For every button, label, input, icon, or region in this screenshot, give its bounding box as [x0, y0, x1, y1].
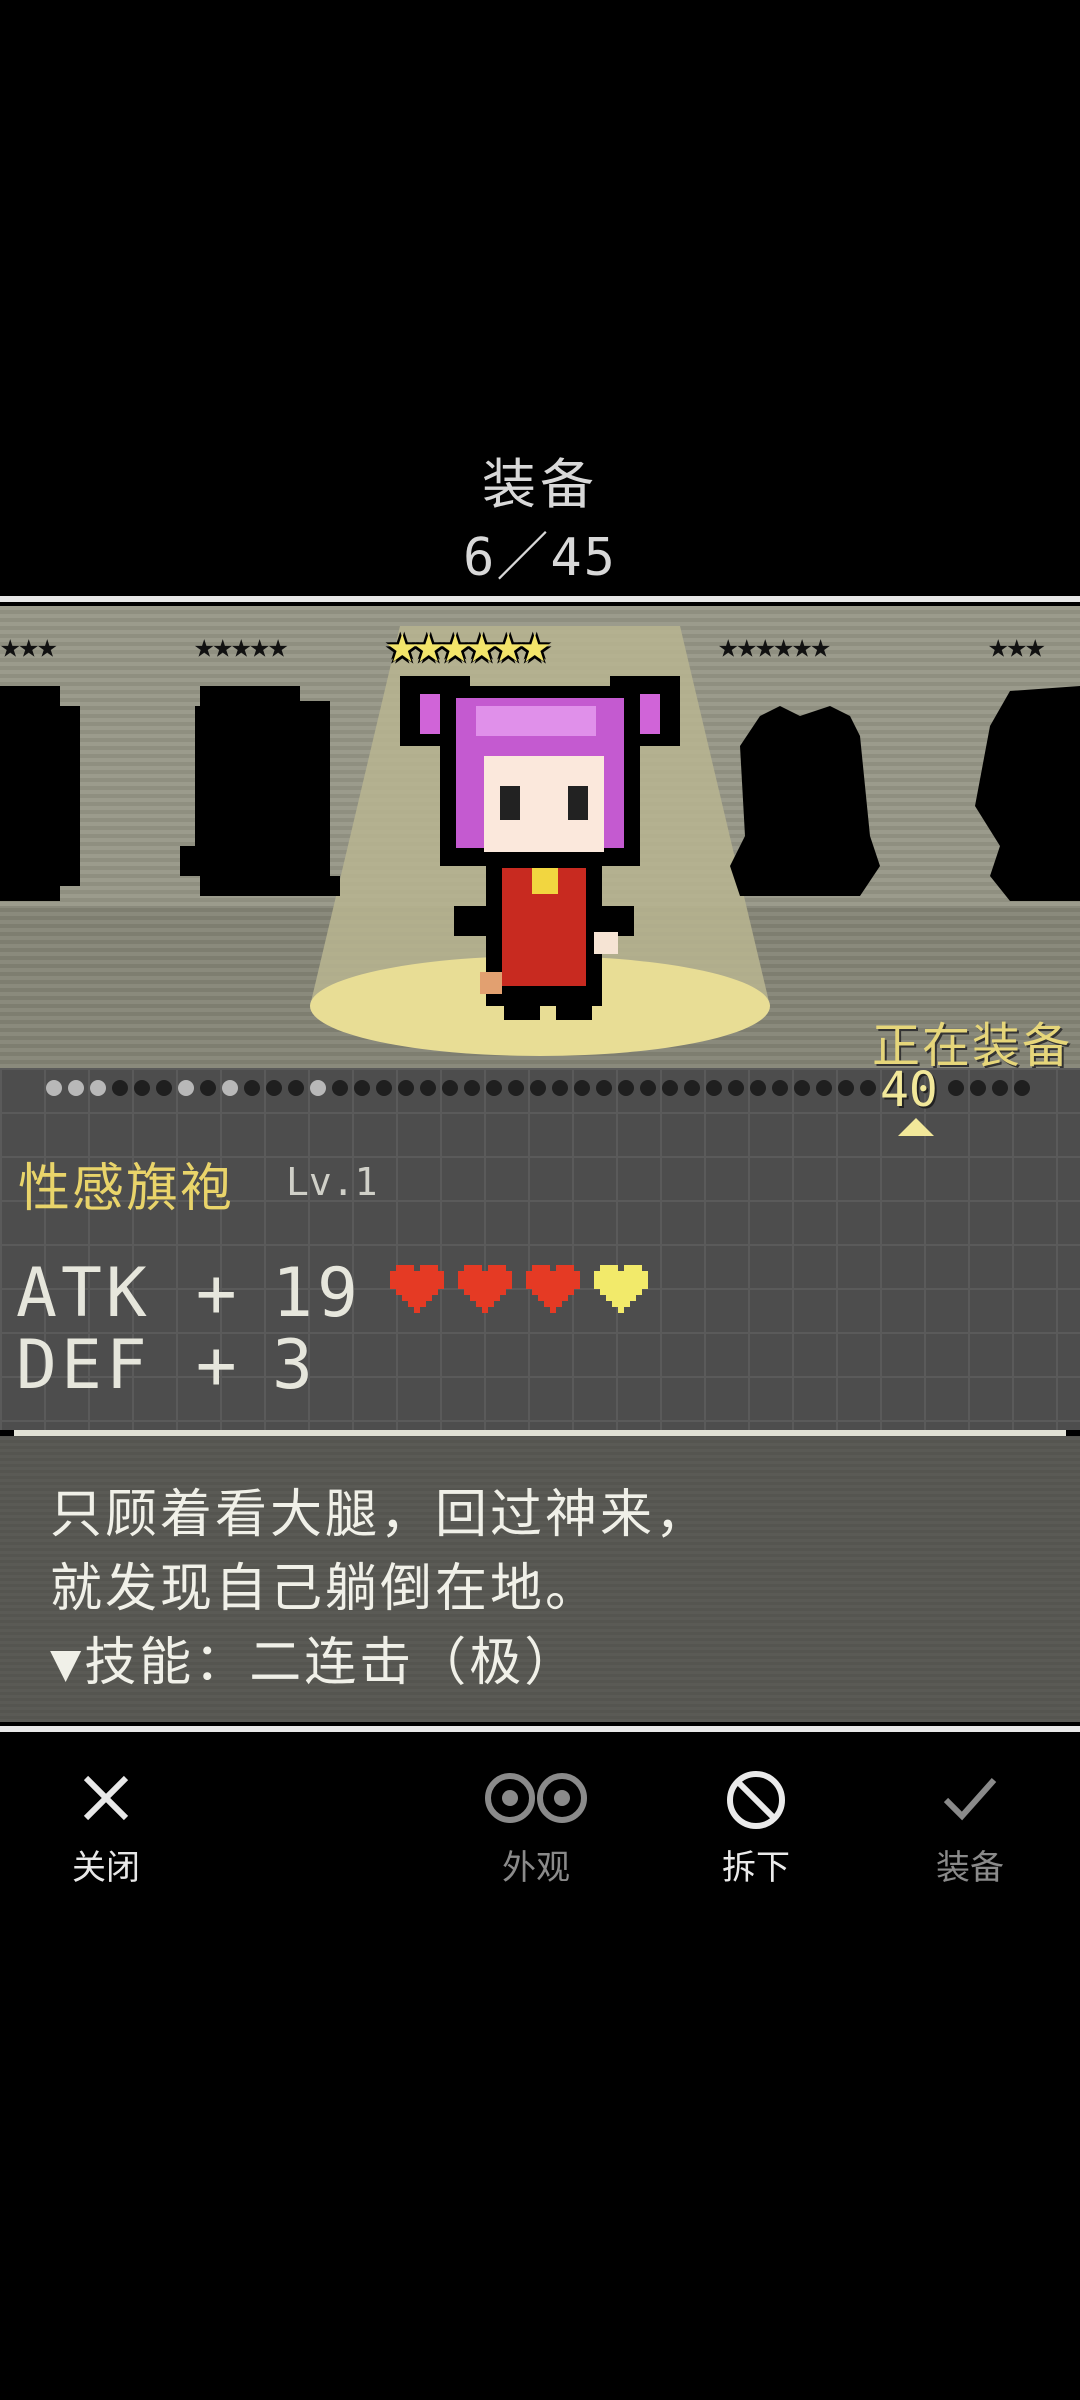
silhouette-outfit-right-edge [975, 686, 1080, 901]
page-dot [684, 1080, 700, 1096]
current-index: 40 [880, 1062, 938, 1118]
heart-icon [526, 1265, 580, 1313]
page-dot [596, 1080, 612, 1096]
page-dot [486, 1080, 502, 1096]
page-dot [860, 1080, 876, 1096]
page-dot [618, 1080, 634, 1096]
page-dot [134, 1080, 150, 1096]
page-dot [992, 1080, 1008, 1096]
page-dot [222, 1080, 238, 1096]
page-dot [90, 1080, 106, 1096]
page-dot [530, 1080, 546, 1096]
unequip-button[interactable]: 拆下 [676, 1768, 836, 1888]
page-dot [200, 1080, 216, 1096]
page-dot [1014, 1080, 1030, 1096]
page-dot [398, 1080, 414, 1096]
stage-top-border [0, 596, 1080, 602]
close-button[interactable]: 关闭 [26, 1768, 186, 1888]
page-dot [574, 1080, 590, 1096]
page-dot [662, 1080, 678, 1096]
star-rating-selected: ★★★★★★ [386, 612, 551, 675]
page-dot [464, 1080, 480, 1096]
description-line: 就发现自己躺倒在地。 [50, 1559, 601, 1619]
page-dot [156, 1080, 172, 1096]
eyes-icon [485, 1773, 587, 1823]
close-x-icon [83, 1775, 129, 1821]
page-dot [728, 1080, 744, 1096]
appearance-button-label: 外观 [502, 1848, 570, 1888]
page-title: 装备 [482, 453, 598, 516]
def-label: DEF + [16, 1326, 241, 1405]
page-dot [442, 1080, 458, 1096]
page-dot [310, 1080, 326, 1096]
page-dot [266, 1080, 282, 1096]
star-rating-group: ★★★★★ [194, 626, 288, 666]
def-value: 3 [272, 1326, 317, 1405]
page-dot [508, 1080, 524, 1096]
silhouette-outfit-right [730, 706, 880, 896]
checkmark-icon [943, 1778, 997, 1821]
page-dot [750, 1080, 766, 1096]
page-dot [640, 1080, 656, 1096]
page-dot [706, 1080, 722, 1096]
page-dot [772, 1080, 788, 1096]
description-line: 只顾着看大腿，回过神来， [50, 1485, 711, 1545]
page-dot [970, 1080, 986, 1096]
heart-icon [390, 1265, 444, 1313]
star-rating-group: ★★★ [0, 626, 57, 666]
silhouette-outfit-left [180, 686, 340, 896]
page-dot [420, 1080, 436, 1096]
page-dot [816, 1080, 832, 1096]
page-dot [332, 1080, 348, 1096]
atk-label: ATK + [16, 1254, 241, 1333]
equip-button-label: 装备 [936, 1848, 1004, 1888]
page-dot [112, 1080, 128, 1096]
page-dot [46, 1080, 62, 1096]
silhouette-outfit-left-edge [0, 686, 80, 901]
prohibit-icon [727, 1771, 785, 1829]
heart-icon [594, 1265, 648, 1313]
stage-scene [0, 626, 1080, 1056]
page-dot [948, 1080, 964, 1096]
item-level: Lv.1 [286, 1160, 378, 1204]
atk-value: 19 [272, 1254, 362, 1333]
page-dot [178, 1080, 194, 1096]
skill-line[interactable]: ▼技能：二连击（极） [50, 1620, 579, 1695]
appearance-button[interactable]: 外观 [456, 1768, 616, 1888]
page-dot [376, 1080, 392, 1096]
heart-icon [458, 1265, 512, 1313]
page-dot [354, 1080, 370, 1096]
page-dot [552, 1080, 568, 1096]
star-rating-group: ★★★ [988, 626, 1045, 666]
page-dot [838, 1080, 854, 1096]
panel-bottom-border [0, 1726, 1080, 1732]
unequip-button-label: 拆下 [722, 1848, 790, 1888]
page-dot [244, 1080, 260, 1096]
item-name: 性感旗袍 [18, 1159, 235, 1219]
star-rating-group: ★★★★★★ [718, 626, 831, 666]
character-stage[interactable]: ★★★ ★★★★★ ★★★★★★ ★★★★★★ ★★★ [0, 606, 1080, 1068]
current-position-arrow-icon [898, 1118, 934, 1136]
close-button-label: 关闭 [72, 1848, 140, 1888]
page-dot [794, 1080, 810, 1096]
page-dot [288, 1080, 304, 1096]
page-dot [68, 1080, 84, 1096]
equipment-counter: 6／45 [463, 528, 617, 588]
equip-button[interactable]: 装备 [890, 1768, 1050, 1888]
